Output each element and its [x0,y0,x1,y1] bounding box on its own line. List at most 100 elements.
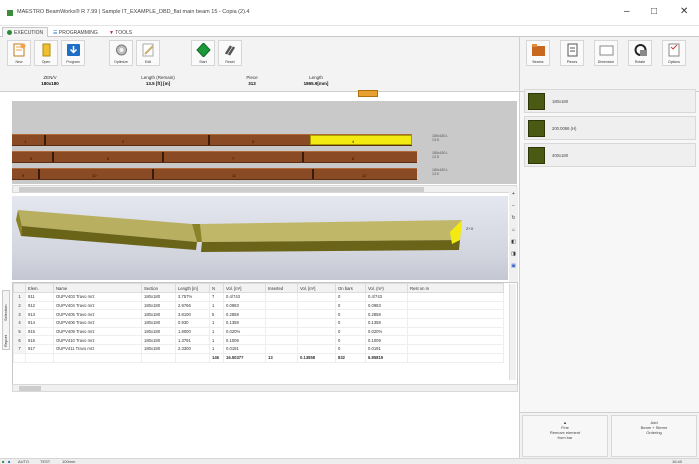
close-button[interactable]: ✕ [680,6,688,17]
column-header[interactable]: Vol. [m³] [297,283,336,293]
maximize-button[interactable]: □ [651,6,657,17]
dimension-label: Dimension [597,60,615,64]
beams-button[interactable]: Beams [526,40,550,66]
piece-number: 2 [122,139,125,144]
row-number: 3 [13,309,26,320]
section-list-item[interactable]: 200.0086 (H) [524,116,696,140]
table-cell: 0 [335,292,366,302]
reset-button[interactable]: Reset [218,40,242,66]
piece-number: 10 [92,173,97,178]
zoom-out-button[interactable]: − [510,203,517,210]
section-list-item[interactable]: 400x180 [524,143,696,167]
table-cell: 2.9766 [175,300,210,311]
table-row[interactable]: 2 912 OUPV404 Travo mrz 180x180 2.9766 1 0.098… [13,300,504,311]
program-button[interactable]: Program [61,40,85,66]
edit-button[interactable]: Edit [136,40,160,66]
tab-execution[interactable]: EXECUTION [2,27,49,37]
table-cell [407,318,504,328]
table-cell [265,344,298,354]
grid-horizontal-scrollbar[interactable] [12,384,518,392]
table-cell: 180x180 [141,309,176,320]
table-cell [407,335,504,346]
frame-view-button[interactable]: ▣ [510,263,517,270]
left-view-button[interactable]: ◧ [510,239,517,246]
piece-number: 11 [232,173,237,178]
table-row[interactable]: 6 916 OUPV410 Travo mrz 180x180 1.3791 1 0.100… [13,335,504,346]
options-button[interactable]: Options [662,40,686,66]
table-cell: 0.020% [223,326,266,337]
section-name: 400x180 [552,153,569,158]
table-cell [297,300,336,311]
open-button[interactable]: Open [34,40,58,66]
table-cell: 0.0983 [223,300,266,311]
total-cell: 0.13858 [297,352,336,363]
3d-view[interactable]: Z+X [12,196,508,280]
status-bar: ■ ■ AUTO TEST 100mm 16:40 [0,458,699,464]
right-actions: ▲ Fine Remove element from bar Add Beam … [520,412,699,458]
table-cell: 180x180 [141,344,176,354]
column-header[interactable]: Inserted [265,283,298,293]
scrollbar-thumb[interactable] [19,187,424,192]
zoom-in-button[interactable]: + [510,191,517,198]
column-header[interactable]: Name [53,283,142,293]
minimize-button[interactable]: – [624,6,630,17]
tab-report[interactable]: Report [3,325,11,347]
right-view-button[interactable]: ◨ [510,251,517,258]
table-cell: 0.0983 [365,300,408,311]
options-label: Options [667,60,681,64]
beam-bar[interactable]: 9 10 11 12 [12,168,417,180]
reset-icon [224,45,236,56]
table-cell: 180x180 [141,292,176,302]
dimension-button[interactable]: Dimension [594,40,618,66]
column-header[interactable]: On bars [335,283,366,293]
home-view-button[interactable]: ⌂ [510,227,517,234]
add-beam-button[interactable]: Add Beam + Sterne Ordering [611,415,697,457]
tab-execution-label: EXECUTION [14,30,44,36]
table-cell [265,335,298,346]
rotate-view-button[interactable]: ↻ [510,215,517,222]
table-cell [407,292,504,302]
beam-scrollbar[interactable] [12,185,517,193]
column-header[interactable]: Section [141,283,176,293]
table-cell: 0.1009 [223,335,266,346]
piece-number: 5 [30,156,33,161]
column-header[interactable]: Length [m] [175,283,210,293]
table-row[interactable]: 1 911 OUPV403 Travo mrz 180x180 3.757% 7 0.4/7… [13,292,504,302]
column-header[interactable]: Vol. (m³) [365,283,408,293]
rotate-button[interactable]: Rotate [628,40,652,66]
grid-vertical-scrollbar[interactable] [509,284,516,380]
column-header[interactable]: Elem. [25,283,54,293]
pieces-label: Pieces [566,60,578,64]
total-cell: 832 [335,352,366,363]
new-button[interactable]: New [7,40,31,66]
table-row[interactable]: 3 913 OUPV405 Travo mrz 180x180 3.8100 5 0.285… [13,309,504,320]
scrollbar-thumb[interactable] [19,386,41,391]
column-header[interactable]: Rest on m [407,283,504,293]
column-header[interactable]: N [209,283,224,293]
table-row[interactable]: 5 915 OUPV409 Travo mrz 180x180 1.8000 1 0.020… [13,326,504,337]
remove-element-button[interactable]: ▲ Fine Remove element from bar [522,415,608,457]
column-header[interactable]: Vol. [m³] [223,283,266,293]
table-cell: OUPV410 Travo mrz [53,335,142,346]
tab-selection[interactable]: Selection [3,293,11,321]
table-cell: 7 [209,292,224,302]
reset-label: Reset [225,60,235,64]
section-list-item[interactable]: 180x180 [524,89,696,113]
beam-bar[interactable]: 1 2 3 4 [12,134,412,146]
tab-tools[interactable]: ▼ TOOLS [104,27,137,37]
table-row[interactable]: 7 917 OUPV411 Travo mrz 180x180 2.3300 1 0.019… [13,344,504,354]
optimize-button[interactable]: Optimize [109,40,133,66]
edit-pencil-icon [142,43,154,57]
pieces-button[interactable]: Pieces [560,40,584,66]
start-button[interactable]: Start [191,40,215,66]
beam-label: 180x180 L 13.5 [432,151,449,159]
column-header[interactable] [13,283,26,293]
piece-label: Piece [246,75,258,80]
table-cell: OUPV403 Travo mrz [53,292,142,302]
table-cell: 911 [25,292,54,302]
table-row[interactable]: 4 914 OUPV406 Travo mrz 180x180 0.930 1 0.1358… [13,318,504,328]
tab-programming[interactable]: ☰ PROGRAMMING [48,27,103,37]
clipboard-icon [567,43,578,57]
beam-bar[interactable]: 5 6 7 8 [12,151,417,163]
table-cell: 0 [335,344,366,354]
